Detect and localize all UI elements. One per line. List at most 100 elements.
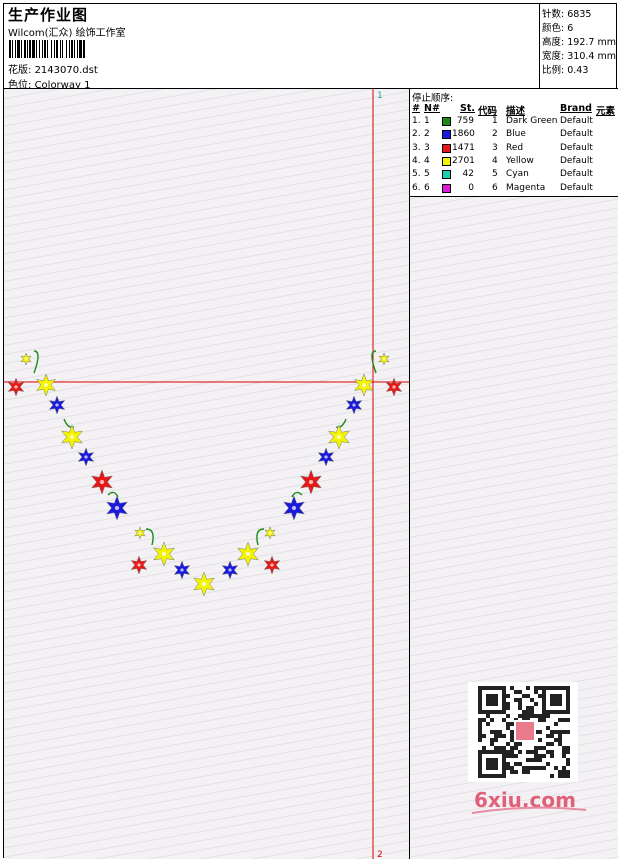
row-brand: Default xyxy=(560,142,593,153)
flower-center xyxy=(161,551,167,557)
flower-center xyxy=(308,479,314,485)
col-code: 代码 xyxy=(478,106,498,117)
qr-module xyxy=(562,718,566,722)
flower-center xyxy=(291,505,297,511)
stat-stitches: 针数: 6835 xyxy=(542,9,592,20)
qr-module xyxy=(530,706,534,710)
qr-module xyxy=(478,738,482,742)
qr-module xyxy=(526,770,530,774)
stem xyxy=(256,528,265,546)
qr-module xyxy=(558,742,562,746)
qr-module xyxy=(506,694,510,698)
qr-module xyxy=(566,758,570,762)
flower-center xyxy=(245,551,251,557)
qr-module xyxy=(566,730,570,734)
flower-center xyxy=(138,531,142,535)
flower-center xyxy=(114,505,120,511)
qr-module xyxy=(550,754,554,758)
qr-module xyxy=(546,714,550,718)
flower-center xyxy=(55,403,59,407)
row-needle: 2 xyxy=(424,129,430,140)
qr-module xyxy=(546,726,550,730)
flower-garland xyxy=(7,350,403,597)
qr-module xyxy=(518,762,522,766)
qr-module xyxy=(534,714,538,718)
stat-scale: 比例: 0.43 xyxy=(542,65,589,76)
row-code: 6 xyxy=(492,182,498,193)
qr-module xyxy=(530,710,534,714)
qr-module xyxy=(566,718,570,722)
qr-module xyxy=(522,714,526,718)
qr-module xyxy=(514,742,518,746)
flower-center xyxy=(362,383,366,387)
stop-sequence-title: 停止顺序: xyxy=(412,93,454,104)
qr-module xyxy=(526,686,530,690)
qr-module xyxy=(506,766,510,770)
qr-module xyxy=(478,734,482,738)
row-code: 4 xyxy=(492,155,498,166)
qr-module xyxy=(542,754,546,758)
qr-module xyxy=(534,758,538,762)
row-needle: 4 xyxy=(424,155,430,166)
qr-module xyxy=(526,750,530,754)
qr-module xyxy=(558,734,562,738)
qr-module xyxy=(506,742,510,746)
qr-module xyxy=(518,742,522,746)
qr-module xyxy=(478,722,482,726)
row-description: Dark Green xyxy=(506,116,558,126)
row-needle: 5 xyxy=(424,169,430,180)
col-brand: Brand xyxy=(560,103,592,114)
row-index: 6. xyxy=(412,182,421,193)
qr-module xyxy=(550,774,554,778)
color-swatch xyxy=(442,183,451,193)
row-stitches: 759 xyxy=(456,116,474,126)
qr-module xyxy=(550,742,554,746)
qr-module xyxy=(526,694,530,698)
row-stitches: 1860 xyxy=(452,129,475,140)
qr-module xyxy=(562,766,566,770)
qr-module xyxy=(562,754,566,758)
qr-module xyxy=(526,706,530,710)
row-code: 5 xyxy=(492,169,498,180)
qr-module xyxy=(506,754,510,758)
flower-center xyxy=(201,581,207,587)
qr-module xyxy=(482,746,486,750)
row-code: 2 xyxy=(492,129,498,140)
flower-center xyxy=(336,434,342,440)
qr-module xyxy=(478,718,482,722)
row-description: Cyan xyxy=(506,169,529,180)
qr-module xyxy=(502,734,506,738)
qr-module xyxy=(526,710,530,714)
qr-module xyxy=(546,734,550,738)
qr-finder-core xyxy=(550,694,562,706)
qr-module xyxy=(490,718,494,722)
qr-module xyxy=(534,750,538,754)
qr-module xyxy=(494,734,498,738)
row-needle: 6 xyxy=(424,182,430,193)
design-file-name: 2143070.dst xyxy=(34,65,98,76)
row-brand: Default xyxy=(560,116,593,126)
qr-module xyxy=(514,698,518,702)
qr-module xyxy=(522,694,526,698)
row-code: 1 xyxy=(492,116,498,126)
qr-module xyxy=(558,730,562,734)
qr-module xyxy=(534,766,538,770)
stem xyxy=(335,418,347,429)
qr-module xyxy=(566,774,570,778)
qr-module xyxy=(490,730,494,734)
qr-module xyxy=(558,738,562,742)
qr-module xyxy=(510,754,514,758)
qr-module xyxy=(490,742,494,746)
qr-module xyxy=(514,770,518,774)
flower-center xyxy=(99,479,105,485)
row-brand: Default xyxy=(560,169,593,180)
flower-center xyxy=(382,357,386,361)
stem xyxy=(291,491,303,498)
stem xyxy=(145,528,154,546)
qr-module xyxy=(486,722,490,726)
qr-module xyxy=(506,714,510,718)
design-preview[interactable]: 1 2 xyxy=(4,89,410,859)
qr-module xyxy=(510,738,514,742)
flower-center xyxy=(270,563,274,567)
row-index: 3. xyxy=(412,142,421,153)
